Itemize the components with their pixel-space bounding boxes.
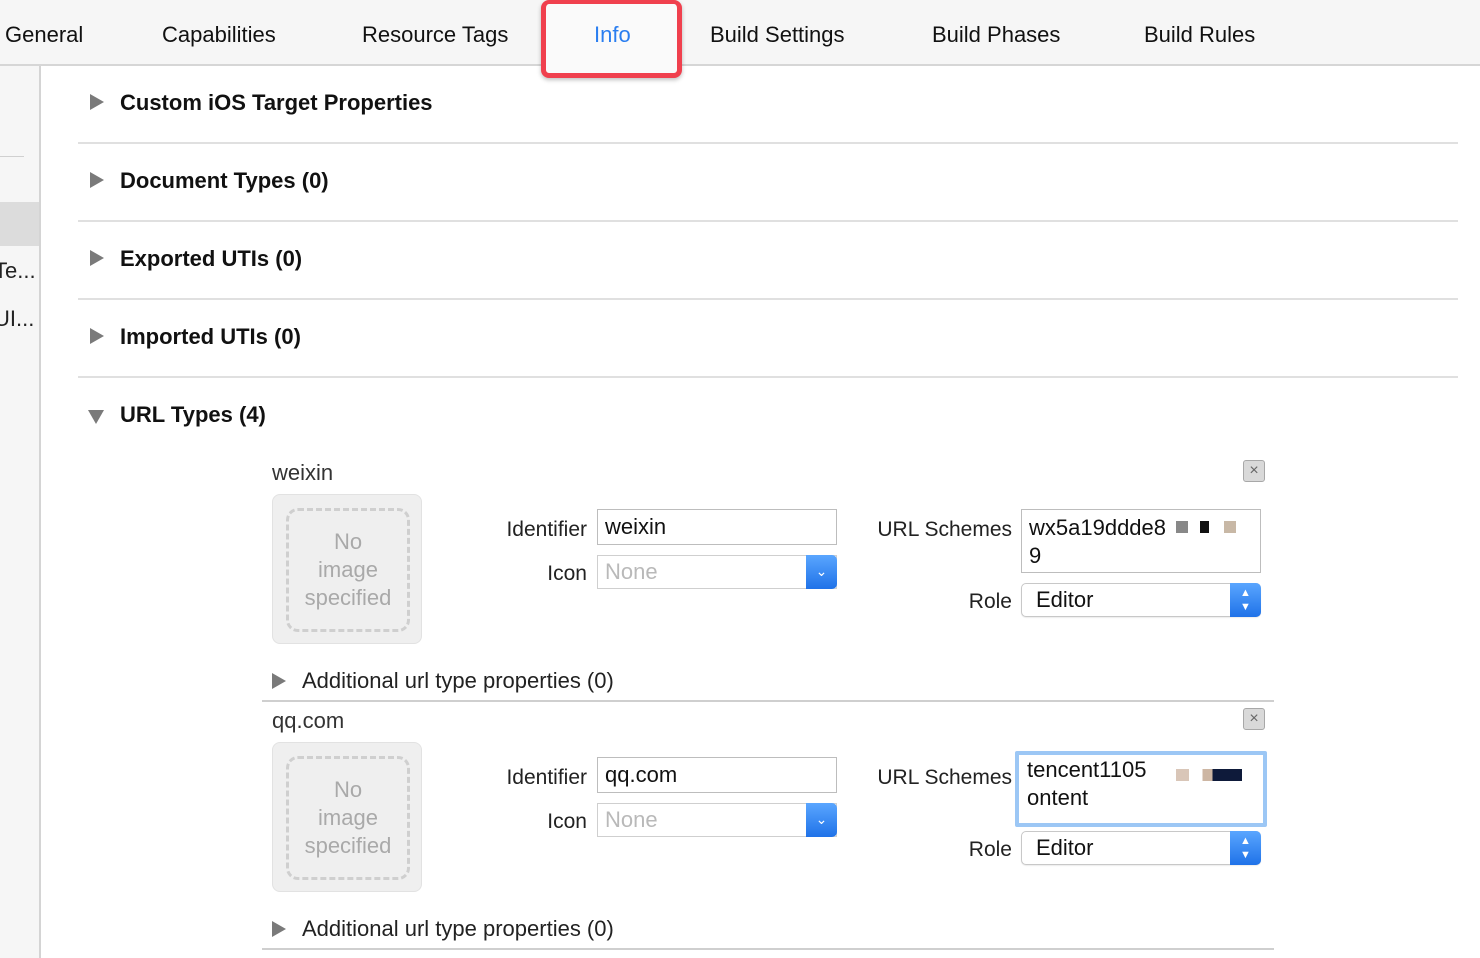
- no-image-placeholder: No image specified: [286, 756, 410, 880]
- url-schemes-label: URL Schemes: [877, 766, 1012, 789]
- disclosure-triangle-icon[interactable]: [90, 328, 104, 344]
- no-image-placeholder: No image specified: [286, 508, 410, 632]
- url-type-divider: [262, 700, 1274, 702]
- identifier-field[interactable]: qq.com: [597, 757, 837, 793]
- section-exported-utis[interactable]: Exported UTIs (0): [78, 222, 1458, 300]
- disclosure-triangle-open-icon[interactable]: [88, 410, 104, 424]
- section-imported-utis[interactable]: Imported UTIs (0): [78, 300, 1458, 378]
- icon-combo-value: None: [605, 559, 658, 584]
- identifier-label: Identifier: [506, 766, 587, 789]
- icon-combo-value: None: [605, 807, 658, 832]
- additional-properties-row[interactable]: Additional url type properties (0): [272, 668, 614, 694]
- disclosure-triangle-icon[interactable]: [90, 250, 104, 266]
- role-label: Role: [968, 838, 1012, 861]
- disclosure-triangle-icon[interactable]: [90, 172, 104, 188]
- up-down-chevrons-icon[interactable]: ▲ ▼: [1230, 831, 1261, 865]
- disclosure-triangle-icon[interactable]: [272, 921, 286, 937]
- tab-general[interactable]: General: [5, 22, 83, 48]
- image-well[interactable]: No image specified: [272, 494, 422, 644]
- role-popup-value: Editor: [1036, 835, 1094, 860]
- sidebar-selected-row[interactable]: [0, 202, 39, 246]
- section-title: Imported UTIs (0): [120, 324, 301, 349]
- section-title: Document Types (0): [120, 168, 329, 193]
- redacted-pixels: [1176, 769, 1242, 781]
- tab-resource-tags[interactable]: Resource Tags: [362, 22, 508, 48]
- sidebar-item-ui[interactable]: UI...: [0, 306, 34, 332]
- additional-properties-label: Additional url type properties (0): [302, 916, 614, 941]
- remove-x-icon[interactable]: ×: [1243, 708, 1265, 730]
- sidebar-divider: [0, 156, 24, 157]
- url-type-divider: [262, 948, 1274, 950]
- section-title: Exported UTIs (0): [120, 246, 303, 271]
- disclosure-triangle-icon[interactable]: [90, 94, 104, 110]
- tab-info[interactable]: Info: [594, 22, 631, 48]
- icon-combo-box[interactable]: None ⌄: [597, 555, 837, 589]
- url-type-name: qq.com: [272, 708, 345, 733]
- section-custom-ios-target-properties[interactable]: Custom iOS Target Properties: [78, 66, 1458, 144]
- image-well[interactable]: No image specified: [272, 742, 422, 892]
- targets-sidebar: Te... UI...: [0, 66, 41, 958]
- section-url-types[interactable]: URL Types (4): [78, 378, 1458, 456]
- disclosure-triangle-icon[interactable]: [272, 673, 286, 689]
- url-schemes-field-focused[interactable]: tencent1105 ontent: [1015, 751, 1267, 827]
- identifier-field[interactable]: weixin: [597, 509, 837, 545]
- section-document-types[interactable]: Document Types (0): [78, 144, 1458, 222]
- remove-x-icon[interactable]: ×: [1243, 460, 1265, 482]
- section-title: URL Types (4): [120, 402, 266, 427]
- icon-label: Icon: [547, 562, 587, 585]
- up-down-chevrons-icon[interactable]: ▲ ▼: [1230, 583, 1261, 617]
- tab-build-settings[interactable]: Build Settings: [710, 22, 845, 48]
- tab-build-rules[interactable]: Build Rules: [1144, 22, 1255, 48]
- role-popup-value: Editor: [1036, 587, 1094, 612]
- icon-label: Icon: [547, 810, 587, 833]
- editor-tab-bar: General Capabilities Resource Tags Info …: [0, 0, 1480, 78]
- chevron-down-icon[interactable]: ⌄: [806, 803, 837, 837]
- redacted-pixels: [1176, 521, 1236, 533]
- section-title: Custom iOS Target Properties: [120, 90, 433, 115]
- additional-properties-label: Additional url type properties (0): [302, 668, 614, 693]
- icon-combo-box[interactable]: None ⌄: [597, 803, 837, 837]
- additional-properties-row[interactable]: Additional url type properties (0): [272, 916, 614, 942]
- role-popup[interactable]: Editor ▲ ▼: [1021, 583, 1261, 617]
- url-schemes-label: URL Schemes: [877, 518, 1012, 541]
- tab-capabilities[interactable]: Capabilities: [162, 22, 276, 48]
- chevron-down-icon[interactable]: ⌄: [806, 555, 837, 589]
- identifier-label: Identifier: [506, 518, 587, 541]
- sidebar-item-te[interactable]: Te...: [0, 258, 36, 284]
- url-schemes-field[interactable]: wx5a19ddde8 9: [1021, 509, 1261, 573]
- url-type-name: weixin: [272, 460, 334, 485]
- tab-build-phases[interactable]: Build Phases: [932, 22, 1060, 48]
- role-label: Role: [968, 590, 1012, 613]
- role-popup[interactable]: Editor ▲ ▼: [1021, 831, 1261, 865]
